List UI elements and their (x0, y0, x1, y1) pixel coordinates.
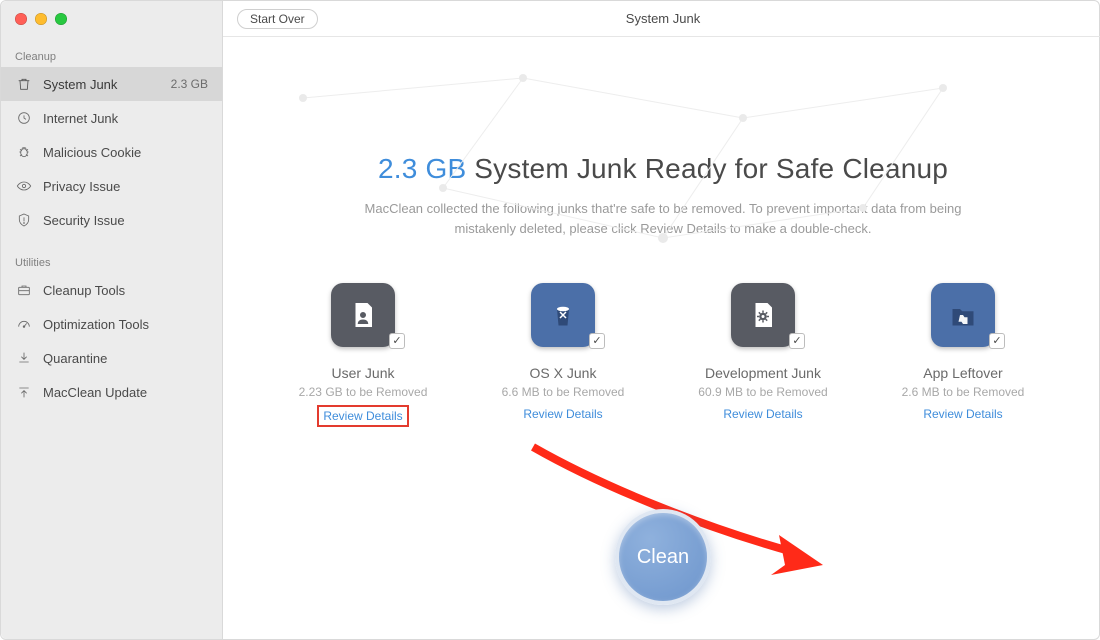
content-area: 2.3 GB System Junk Ready for Safe Cleanu… (223, 37, 1100, 639)
sidebar-item-cleanup-tools[interactable]: Cleanup Tools (1, 273, 222, 307)
headline-size: 2.3 GB (378, 153, 466, 184)
card-user-junk: ✓ User Junk 2.23 GB to be Removed Review… (273, 283, 453, 427)
card-title: App Leftover (873, 365, 1053, 381)
subhead: MacClean collected the following junks t… (343, 199, 983, 239)
card-checkbox[interactable]: ✓ (789, 333, 805, 349)
card-checkbox[interactable]: ✓ (589, 333, 605, 349)
review-details-link[interactable]: Review Details (317, 405, 408, 427)
clean-button[interactable]: Clean (615, 509, 711, 605)
download-icon (15, 349, 33, 367)
clock-icon (15, 109, 33, 127)
gauge-icon (15, 315, 33, 333)
card-checkbox[interactable]: ✓ (389, 333, 405, 349)
sidebar-item-privacy-issue[interactable]: Privacy Issue (1, 169, 222, 203)
user-doc-icon: ✓ (331, 283, 395, 347)
headline: 2.3 GB System Junk Ready for Safe Cleanu… (263, 153, 1063, 185)
sidebar-item-internet-junk[interactable]: Internet Junk (1, 101, 222, 135)
card-osx-junk: ✓ OS X Junk 6.6 MB to be Removed Review … (473, 283, 653, 427)
sidebar-item-badge: 2.3 GB (171, 77, 208, 91)
sidebar-item-optimization-tools[interactable]: Optimization Tools (1, 307, 222, 341)
gear-doc-icon: ✓ (731, 283, 795, 347)
folder-app-icon: ✓ (931, 283, 995, 347)
review-details-link[interactable]: Review Details (719, 405, 806, 423)
sidebar-item-label: Quarantine (43, 351, 107, 366)
sidebar-item-security-issue[interactable]: Security Issue (1, 203, 222, 237)
zoom-window-button[interactable] (55, 13, 67, 25)
card-title: Development Junk (673, 365, 853, 381)
trash-round-icon: ✓ (531, 283, 595, 347)
sidebar-item-label: Optimization Tools (43, 317, 149, 332)
card-subtitle: 6.6 MB to be Removed (473, 385, 653, 399)
card-title: User Junk (273, 365, 453, 381)
sidebar-item-label: MacClean Update (43, 385, 147, 400)
close-window-button[interactable] (15, 13, 27, 25)
card-checkbox[interactable]: ✓ (989, 333, 1005, 349)
sidebar-item-quarantine[interactable]: Quarantine (1, 341, 222, 375)
window-controls (15, 13, 67, 25)
card-title: OS X Junk (473, 365, 653, 381)
sidebar-section-utilities: Utilities (1, 251, 222, 273)
review-details-link[interactable]: Review Details (919, 405, 1006, 423)
page-title: System Junk (223, 11, 1100, 26)
main-pane: Start Over System Junk 2.3 GB System Jun… (223, 1, 1100, 639)
app-window: Cleanup System Junk 2.3 GB Internet Junk… (0, 0, 1100, 640)
sidebar-item-malicious-cookie[interactable]: Malicious Cookie (1, 135, 222, 169)
card-development-junk: ✓ Development Junk 60.9 MB to be Removed… (673, 283, 853, 427)
review-details-link[interactable]: Review Details (519, 405, 606, 423)
sidebar-item-label: System Junk (43, 77, 117, 92)
card-subtitle: 60.9 MB to be Removed (673, 385, 853, 399)
sidebar-item-label: Security Issue (43, 213, 125, 228)
sidebar-item-label: Privacy Issue (43, 179, 120, 194)
minimize-window-button[interactable] (35, 13, 47, 25)
card-subtitle: 2.6 MB to be Removed (873, 385, 1053, 399)
clean-button-label: Clean (637, 546, 689, 569)
card-subtitle: 2.23 GB to be Removed (273, 385, 453, 399)
sidebar-section-cleanup: Cleanup (1, 45, 222, 67)
sidebar-item-label: Cleanup Tools (43, 283, 125, 298)
bug-icon (15, 143, 33, 161)
sidebar-item-macclean-update[interactable]: MacClean Update (1, 375, 222, 409)
toolbar: Start Over System Junk (223, 1, 1100, 37)
category-cards: ✓ User Junk 2.23 GB to be Removed Review… (273, 283, 1053, 427)
upload-icon (15, 383, 33, 401)
headline-rest: System Junk Ready for Safe Cleanup (466, 153, 948, 184)
eye-icon (15, 177, 33, 195)
shield-icon (15, 211, 33, 229)
sidebar-item-label: Internet Junk (43, 111, 118, 126)
sidebar-item-label: Malicious Cookie (43, 145, 141, 160)
start-over-button[interactable]: Start Over (237, 9, 318, 29)
sidebar-item-system-junk[interactable]: System Junk 2.3 GB (1, 67, 222, 101)
sidebar: Cleanup System Junk 2.3 GB Internet Junk… (1, 1, 223, 639)
trash-icon (15, 75, 33, 93)
card-app-leftover: ✓ App Leftover 2.6 MB to be Removed Revi… (873, 283, 1053, 427)
briefcase-icon (15, 281, 33, 299)
